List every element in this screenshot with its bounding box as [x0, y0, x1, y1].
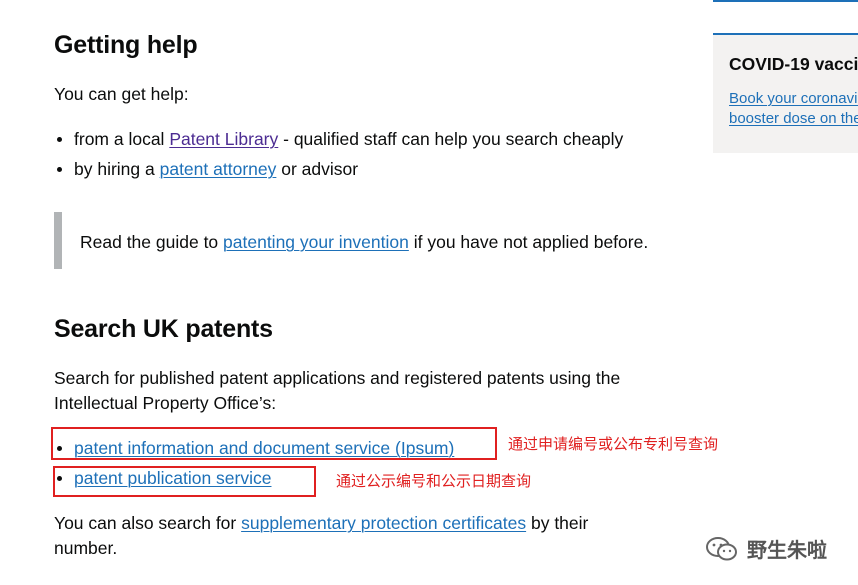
top-link-underline [713, 0, 858, 2]
search-intro-line1: Search for published patent applications… [54, 368, 621, 388]
patent-library-link[interactable]: Patent Library [169, 129, 278, 149]
watermark: 野生朱啦 [705, 534, 827, 563]
patenting-invention-link[interactable]: patenting your invention [223, 232, 409, 252]
help-item-text: by hiring a [74, 159, 160, 179]
spc-text-line1: You can also search for supplementary pr… [54, 511, 588, 536]
search-patents-heading: Search UK patents [54, 315, 273, 343]
annotation-note-ipsum: 通过申请编号或公布专利号查询 [508, 435, 719, 453]
spc-link[interactable]: supplementary protection certificates [241, 513, 526, 533]
annotation-box-publication [53, 466, 316, 497]
annotation-note-publication: 通过公示编号和公示日期查询 [336, 472, 532, 490]
spc-text-prefix: You can also search for [54, 513, 242, 533]
help-item-text: from a local [74, 129, 170, 149]
bullet-dot [57, 167, 62, 172]
watermark-text: 野生朱啦 [747, 538, 827, 562]
inset-text-prefix: Read the guide to [80, 232, 224, 252]
covid-booster-link-line2[interactable]: booster dose on the NHS [729, 109, 858, 129]
inset-text-suffix: if you have not applied before. [408, 232, 649, 252]
getting-help-intro: You can get help: [54, 84, 189, 104]
annotation-box-ipsum [51, 427, 497, 460]
search-intro-line2: Intellectual Property Office’s: [54, 393, 277, 413]
spc-text-suffix: by their [526, 513, 589, 533]
inset-text: Read the guide to patenting your inventi… [80, 230, 648, 255]
wechat-icon [705, 536, 739, 562]
help-item-text: - qualified staff can help you search ch… [278, 129, 624, 149]
help-list-item: by hiring a patent attorney or advisor [57, 157, 359, 182]
spc-text-line2: number. [54, 538, 118, 558]
inset-text-bar [54, 212, 62, 269]
patent-attorney-link[interactable]: patent attorney [160, 159, 277, 179]
covid-sidebar-card: COVID-19 vaccination Book your coronavir… [713, 33, 858, 153]
getting-help-heading: Getting help [54, 31, 198, 59]
help-item-text: or advisor [276, 159, 359, 179]
help-list-item: from a local Patent Library - qualified … [57, 127, 624, 152]
bullet-dot [57, 137, 62, 142]
covid-booster-link-line1[interactable]: Book your coronavirus vaccine or [729, 89, 858, 109]
covid-card-title: COVID-19 vaccination [729, 54, 858, 74]
